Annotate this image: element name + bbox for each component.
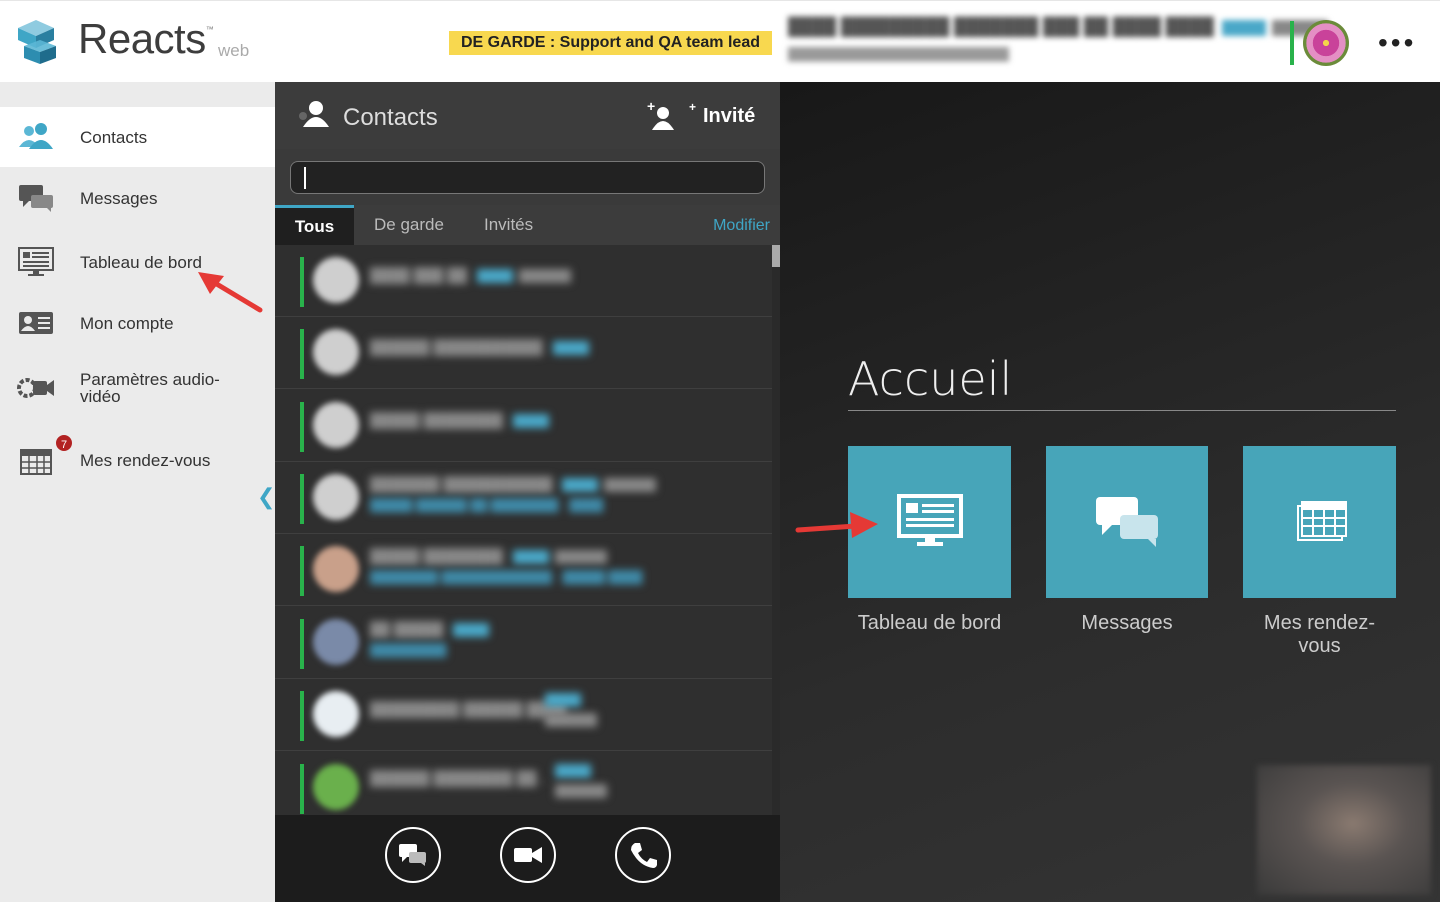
calendar-icon	[1296, 501, 1347, 541]
text-cursor	[304, 167, 306, 189]
video-call-button[interactable]	[500, 827, 556, 883]
brand-name: Reacts™	[78, 15, 214, 62]
contact-person-icon	[299, 101, 329, 127]
plus-icon: +	[689, 101, 696, 114]
sidebar-item-label: Paramètres audio-vidéo	[80, 370, 220, 406]
account-card-icon	[16, 306, 56, 340]
chat-icon	[399, 844, 426, 866]
dashboard-icon	[896, 494, 963, 546]
tile-appointments[interactable]	[1243, 446, 1396, 598]
title-divider	[848, 410, 1396, 411]
tile-label-dashboard: Tableau de bord	[857, 612, 1002, 634]
phone-icon	[631, 843, 657, 868]
contact-row[interactable]: ██████ ████████ ██...	[275, 752, 772, 815]
appointments-badge: 7	[54, 433, 74, 453]
contacts-footer	[275, 815, 780, 902]
dashboard-icon	[16, 245, 56, 279]
sidebar-item-label: Mes rendez-vous	[80, 450, 211, 470]
sidebar-item-label: Contacts	[80, 127, 148, 147]
contacts-panel-title: Contacts	[343, 104, 438, 131]
reacts-logo-icon	[18, 20, 56, 64]
brand-suffix: web	[218, 41, 250, 60]
brand-trademark: ™	[205, 25, 214, 34]
contacts-tabs: Tous De garde Invités Modifier	[275, 205, 780, 245]
user-avatar[interactable]	[1303, 20, 1349, 66]
user-info-blurred[interactable]: ████ █████████ ███████ ███ ██ ████ ████ …	[788, 17, 1328, 81]
sidebar-item-label: Tableau de bord	[80, 252, 202, 272]
home-panel: Accueil Tableau de bord Messages Mes ren…	[780, 82, 1440, 902]
annotation-arrow-tile	[795, 512, 878, 538]
invite-label: Invité	[703, 104, 756, 127]
sidebar-item-label: Mon compte	[80, 313, 174, 333]
contacts-panel: Contacts + + Invité Tous De garde Invité…	[275, 82, 780, 902]
modify-link[interactable]: Modifier	[713, 205, 770, 247]
contact-row[interactable]: ██████ ███████████	[275, 317, 772, 389]
svg-text:+: +	[647, 101, 655, 114]
calendar-icon: 7	[16, 433, 74, 477]
tile-label-appointments: Mes rendez-vous	[1263, 612, 1376, 657]
video-camera-icon	[514, 847, 542, 863]
tile-label-messages: Messages	[1081, 612, 1173, 634]
messages-icon	[16, 181, 56, 215]
search-area	[275, 149, 780, 205]
sidebar-item-av-settings[interactable]: Paramètres audio-vidéo	[0, 358, 275, 418]
more-menu-icon[interactable]: •••	[1378, 27, 1416, 59]
top-bar: Reacts™ web DE GARDE : Support and QA te…	[0, 0, 1440, 82]
contact-row[interactable]: ████ ███ ██	[275, 245, 772, 317]
svg-text:+: +	[689, 101, 696, 114]
tile-messages[interactable]	[1046, 446, 1208, 598]
invite-button[interactable]: + + Invité	[647, 98, 755, 134]
sidebar-item-appointments[interactable]: 7 Mes rendez-vous	[0, 430, 275, 490]
contacts-icon	[16, 120, 56, 154]
contact-list-scrollbar[interactable]	[772, 245, 780, 815]
self-video-preview[interactable]	[1257, 765, 1431, 895]
camera-settings-icon	[16, 371, 56, 405]
contact-row[interactable]: ██ █████ █████████	[275, 607, 772, 679]
collapse-sidebar-icon[interactable]: ❮	[257, 484, 275, 510]
contacts-header: Contacts + + Invité	[275, 82, 780, 149]
status-indicator	[1290, 21, 1294, 65]
tab-invited[interactable]: Invités	[484, 205, 533, 245]
contact-row[interactable]: █████ ████████	[275, 390, 772, 462]
messages-icon	[1096, 497, 1158, 547]
sidebar-item-contacts[interactable]: Contacts	[0, 107, 275, 167]
add-user-icon: +	[647, 101, 674, 130]
contact-row[interactable]: █████ ████████ ████████ █████████████ · █…	[275, 534, 772, 606]
annotation-arrow-sidebar	[198, 272, 263, 313]
phone-call-button[interactable]	[615, 827, 671, 883]
contact-search-input[interactable]	[290, 161, 765, 194]
contact-list: ████ ███ ██ ██████ ███████████ █████ ███…	[275, 245, 780, 815]
sidebar-item-messages[interactable]: Messages	[0, 168, 275, 228]
page-title: Accueil	[848, 352, 1013, 406]
contact-row[interactable]: ███████ ███████████ █████ ██████ ██ █████…	[275, 462, 772, 534]
sidebar: Contacts Messages Tableau de bord Mon co…	[0, 82, 275, 902]
sidebar-item-label: Messages	[80, 188, 158, 208]
tab-all[interactable]: Tous	[275, 205, 354, 245]
chat-button[interactable]	[385, 827, 441, 883]
tab-on-call[interactable]: De garde	[374, 205, 444, 245]
oncall-banner[interactable]: DE GARDE : Support and QA team lead	[449, 31, 772, 55]
contact-row[interactable]: █████████ ██████ ████...	[275, 679, 772, 751]
